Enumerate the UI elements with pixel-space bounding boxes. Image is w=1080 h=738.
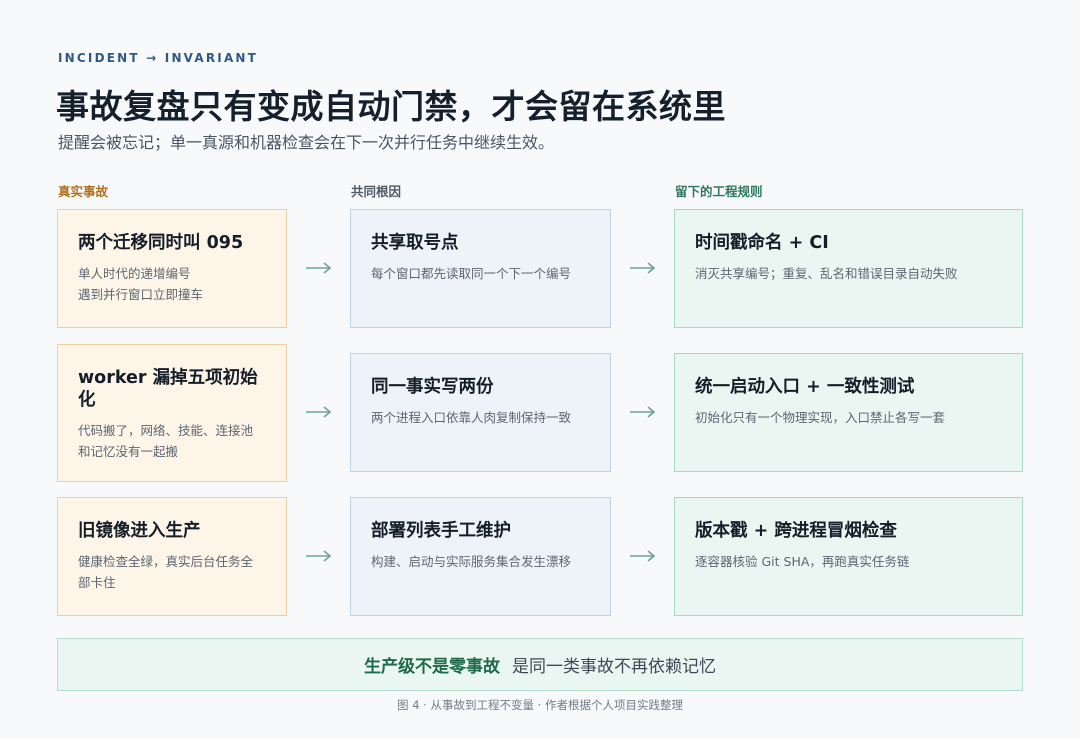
arrow-right-icon [306,550,332,562]
rule-description: 逐容器核验 Git SHA，再跑真实任务链 [695,554,910,569]
incident-title: worker 漏掉五项初始化 [78,368,258,410]
arrow-right-icon [630,262,656,274]
incident-description: 代码搬了，网络、技能、连接池 和记忆没有一起搬 [78,423,254,459]
arrow-right-icon [306,406,332,418]
rule-description: 初始化只有一个物理实现，入口禁止各写一套 [695,410,946,425]
arrow-right-icon [630,406,656,418]
rule-description: 消灭共享编号；重复、乱名和错误目录自动失败 [695,266,958,281]
root-cause-title: 同一事实写两份 [371,377,494,397]
root-cause-description: 两个进程入口依靠人肉复制保持一致 [371,410,572,425]
arrow-right-icon [306,262,332,274]
column-header-rule: 留下的工程规则 [675,184,763,199]
rule-card: 统一启动入口 + 一致性测试 初始化只有一个物理实现，入口禁止各写一套 [674,353,1023,472]
column-header-root-cause: 共同根因 [351,184,402,199]
root-cause-description: 构建、启动与实际服务集合发生漂移 [371,554,572,569]
incident-description: 单人时代的递增编号 遇到并行窗口立即撞车 [78,266,204,302]
incident-description: 健康检查全绿，真实后台任务全 部卡住 [78,554,254,590]
incident-title: 旧镜像进入生产 [78,521,201,541]
incident-card: worker 漏掉五项初始化 代码搬了，网络、技能、连接池 和记忆没有一起搬 [57,344,287,482]
figure-caption: 图 4 · 从事故到工程不变量 · 作者根据个人项目实践整理 [397,698,683,712]
column-header-incident: 真实事故 [58,184,109,199]
incident-title: 两个迁移同时叫 095 [78,233,244,253]
takeaway-emphasis: 生产级不是零事故 [364,657,500,677]
root-cause-card: 部署列表手工维护 构建、启动与实际服务集合发生漂移 [350,497,611,616]
takeaway-banner: 生产级不是零事故 是同一类事故不再依赖记忆 [57,638,1023,691]
takeaway-text: 是同一类事故不再依赖记忆 [512,657,716,677]
incident-card: 两个迁移同时叫 095 单人时代的递增编号 遇到并行窗口立即撞车 [57,209,287,328]
incident-card: 旧镜像进入生产 健康检查全绿，真实后台任务全 部卡住 [57,497,287,616]
root-cause-title: 部署列表手工维护 [371,521,511,541]
page-subtitle: 提醒会被忘记；单一真源和机器检查会在下一次并行任务中继续生效。 [58,133,555,152]
arrow-right-icon [630,550,656,562]
root-cause-title: 共享取号点 [371,233,459,253]
rule-card: 版本戳 + 跨进程冒烟检查 逐容器核验 Git SHA，再跑真实任务链 [674,497,1023,616]
root-cause-description: 每个窗口都先读取同一个下一个编号 [371,266,572,281]
rule-card: 时间戳命名 + CI 消灭共享编号；重复、乱名和错误目录自动失败 [674,209,1023,328]
root-cause-card: 共享取号点 每个窗口都先读取同一个下一个编号 [350,209,611,328]
rule-title: 时间戳命名 + CI [695,233,829,253]
rule-title: 统一启动入口 + 一致性测试 [695,377,915,397]
root-cause-card: 同一事实写两份 两个进程入口依靠人肉复制保持一致 [350,353,611,472]
rule-title: 版本戳 + 跨进程冒烟检查 [695,521,897,541]
page-title: 事故复盘只有变成自动门禁，才会留在系统里 [56,87,726,126]
eyebrow-label: INCIDENT → INVARIANT [58,51,259,65]
